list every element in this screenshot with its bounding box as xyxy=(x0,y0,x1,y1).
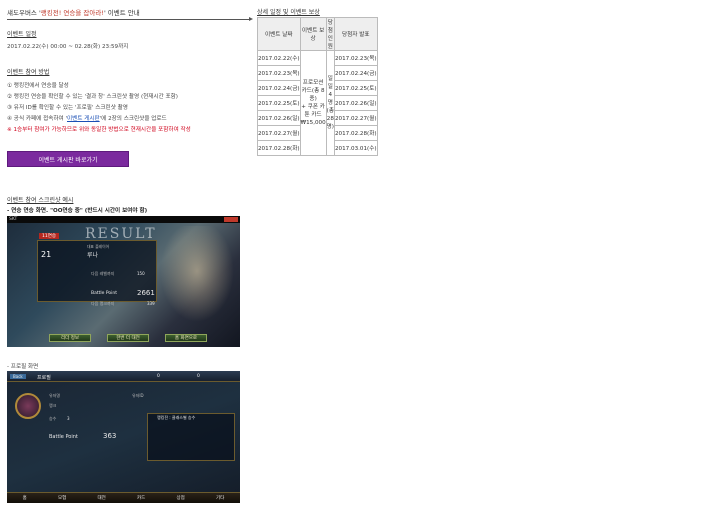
avatar xyxy=(15,393,41,419)
battery-indicator xyxy=(224,217,238,222)
example1-caption: - 연승 연승 화면. "OO연승 중" (반드시 시간이 보여야 함) xyxy=(7,208,148,214)
event-info-column: 섀도우버스 '랭킹전! 연승을 잡아라!' 이벤트 안내 이벤트 일정 2017… xyxy=(7,7,253,503)
nav-shop[interactable]: 상점 xyxy=(177,495,185,501)
character-art xyxy=(157,226,237,326)
example2-caption: - 프로필 화면 xyxy=(7,364,39,370)
date-cell: 2017.02.28(화) xyxy=(257,140,301,156)
profile-title: 프로필 xyxy=(37,375,51,381)
nav-bar: 홈 모험 대전 카드 상점 기타 xyxy=(7,492,240,503)
announce-cell: 2017.02.25(토) xyxy=(334,80,378,96)
next-level-label: 다음 레벨까지 xyxy=(91,271,115,276)
examples-heading: 이벤트 참여 스크린샷 예시 xyxy=(7,197,74,204)
winners-cell: 일일 4명 (총 28명) xyxy=(325,50,336,156)
wins-value: 3 xyxy=(67,416,70,421)
method-step-4: ④ 공식 카페에 접속하여 '이벤트 게시판'에 2장의 스크린샷을 업로드 xyxy=(7,116,167,122)
page-title: 섀도우버스 '랭킹전! 연승을 잡아라!' 이벤트 안내 xyxy=(7,9,140,17)
phone-status-bar: SKT xyxy=(7,216,240,223)
event-schedule-table: 이벤트 날짜 이벤트 보상 당첨 인원 당첨자 발표 2017.02.22(수)… xyxy=(257,17,378,156)
schedule-period: 2017.02.22(수) 00:00 ~ 02.28(화) 23:59까지 xyxy=(7,44,129,50)
nav-other[interactable]: 기타 xyxy=(216,495,224,501)
reward-cell: 프로모션 카드(총 8종) + 쿠폰 카툰 카드 ₩15,000 xyxy=(299,50,327,156)
counter-1: 0 xyxy=(157,374,160,379)
announce-cell: 2017.02.23(목) xyxy=(334,50,378,66)
method-step-3: ③ 유저 ID를 확인할 수 있는 '프로필' 스크린샷 촬영 xyxy=(7,105,128,111)
col-event-reward: 이벤트 보상 xyxy=(299,17,327,51)
next-rank-value: 339 xyxy=(147,301,155,306)
announce-cell: 2017.02.24(금) xyxy=(334,65,378,81)
back-button[interactable]: Back xyxy=(10,374,26,379)
event-board-button[interactable]: 이벤트 게시판 바로가기 xyxy=(7,151,129,167)
next-level-value: 150 xyxy=(137,271,145,276)
rank-label: 랭크 xyxy=(49,403,57,408)
ranking-label: 랭킹전 : 클래스별 승수 xyxy=(157,415,196,420)
home-screen-button[interactable]: 홈 화면으로 xyxy=(165,334,207,342)
profile-bp-value: 363 xyxy=(103,432,117,440)
date-cell: 2017.02.24(금) xyxy=(257,80,301,96)
profile-bp-label: Battle Point xyxy=(49,434,78,440)
battle-point-value: 2661 xyxy=(137,289,155,297)
leader-info-button[interactable]: 리더 정보 xyxy=(49,334,91,342)
col-winners: 당첨 인원 xyxy=(325,17,336,51)
date-cell: 2017.02.23(목) xyxy=(257,65,301,81)
wins-label: 승수 xyxy=(49,416,57,421)
username-label: 유저명 xyxy=(49,393,61,398)
announce-cell: 2017.02.27(월) xyxy=(334,110,378,126)
title-divider xyxy=(7,17,253,21)
announce-cell: 2017.02.26(일) xyxy=(334,95,378,111)
rematch-button[interactable]: 한번 더 대전 xyxy=(107,334,149,342)
date-cell: 2017.02.26(일) xyxy=(257,110,301,126)
rank-number: 21 xyxy=(41,250,52,259)
date-cell: 2017.02.25(토) xyxy=(257,95,301,111)
nav-battle[interactable]: 대전 xyxy=(98,495,106,501)
table-heading: 상세 일정 및 이벤트 보상 xyxy=(257,9,320,16)
battle-point-label: Battle Point xyxy=(91,291,117,296)
date-cell: 2017.02.27(월) xyxy=(257,125,301,141)
method-step-2: ② 랭킹전 연승을 확인할 수 있는 '결과 창' 스크린샷 촬영 (현재시간 … xyxy=(7,94,178,100)
counter-2: 0 xyxy=(197,374,200,379)
method-warning: ※ 1승부터 참여가 가능하므로 위와 동일한 방법으로 현재시간을 포함하여 … xyxy=(7,127,191,133)
date-cell: 2017.02.22(수) xyxy=(257,50,301,66)
event-board-link[interactable]: 이벤트 게시판 xyxy=(67,116,100,122)
nav-home[interactable]: 홈 xyxy=(23,495,27,501)
user-id-label: 유저ID xyxy=(132,393,144,398)
wins-badge: 11연승 xyxy=(39,233,60,239)
announce-cell: 2017.03.01(수) xyxy=(334,140,378,156)
method-step-1: ① 랭킹전에서 연승을 달성 xyxy=(7,83,69,89)
col-announce: 당첨자 발표 xyxy=(334,17,378,51)
schedule-heading: 이벤트 일정 xyxy=(7,31,37,38)
nav-adventure[interactable]: 모험 xyxy=(58,495,66,501)
next-rank-label: 다음 랭크까지 xyxy=(91,301,115,306)
nav-cards[interactable]: 카드 xyxy=(137,495,145,501)
col-event-date: 이벤트 날짜 xyxy=(257,17,301,51)
result-screenshot: SKT RESULT 11연승 21 대표 플레이어 루나 다음 레벨까지 15… xyxy=(7,216,240,347)
profile-screenshot: Back 프로필 0 0 유저명 랭크 승수 3 Battle Point 36… xyxy=(7,371,240,503)
method-heading: 이벤트 참여 방법 xyxy=(7,69,50,76)
player-name: 루나 xyxy=(87,252,99,259)
announce-cell: 2017.02.28(화) xyxy=(334,125,378,141)
